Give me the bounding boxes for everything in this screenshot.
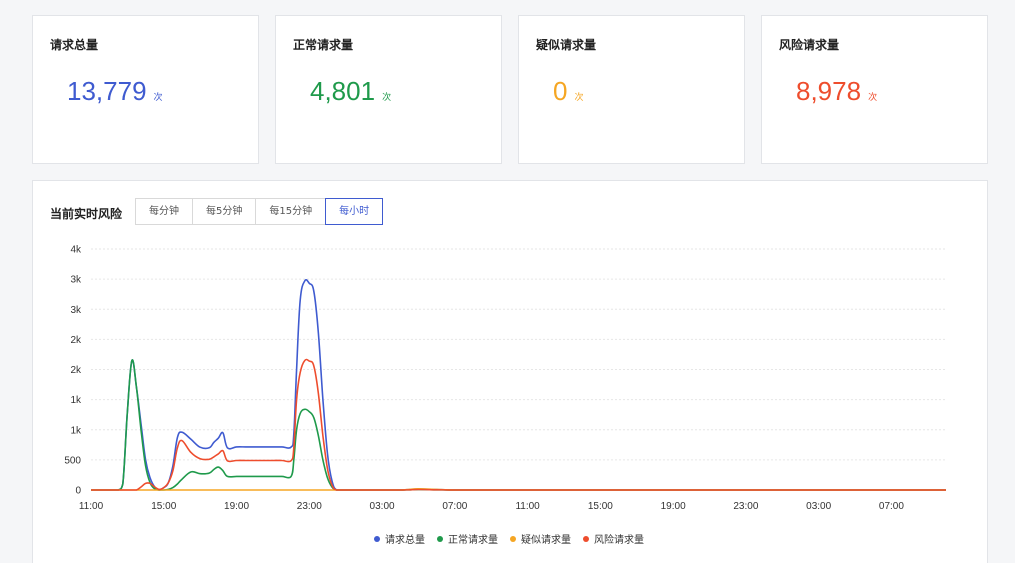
- realtime-risk-panel: 当前实时风险 每分钟 每5分钟 每15分钟 每小时 0 500 1k 1k 2k 2k 3k…: [32, 180, 988, 563]
- x-tick-label: 03:00: [370, 501, 395, 512]
- legend-dot: [583, 535, 589, 542]
- y-tick-label: 0: [75, 486, 81, 497]
- risk-requests-card: 风险请求量 8,978 次: [761, 15, 988, 164]
- x-tick-label: 15:00: [588, 501, 613, 512]
- legend-label: 请求总量: [385, 535, 425, 546]
- normal-requests-card: 正常请求量 4,801 次: [275, 15, 502, 164]
- y-tick-label: 1k: [70, 425, 82, 436]
- chart-legend: 请求总量 正常请求量 疑似请求量 风险请求量: [374, 531, 656, 546]
- y-tick-label: 1k: [70, 395, 82, 406]
- series-line-normal: [91, 359, 946, 491]
- legend-item-normal[interactable]: 正常请求量: [437, 531, 498, 546]
- card-title: 疑似请求量: [536, 38, 597, 52]
- x-tick-label: 23:00: [733, 501, 758, 512]
- card-title: 风险请求量: [779, 38, 840, 52]
- card-value: 4,801 次: [310, 76, 391, 107]
- legend-label: 正常请求量: [448, 535, 498, 546]
- card-title: 请求总量: [50, 38, 99, 52]
- x-tick-label: 11:00: [515, 501, 540, 512]
- x-tick-label: 15:00: [151, 501, 176, 512]
- y-tick-label: 2k: [70, 365, 82, 376]
- x-tick-label: 07:00: [442, 501, 467, 512]
- legend-label: 风险请求量: [594, 535, 644, 546]
- x-tick-label: 19:00: [224, 501, 249, 512]
- suspicious-requests-card: 疑似请求量 0 次: [518, 15, 745, 164]
- legend-dot: [437, 535, 443, 542]
- card-unit: 次: [868, 93, 878, 103]
- y-tick-label: 3k: [70, 305, 82, 316]
- x-tick-label: 19:00: [661, 501, 686, 512]
- card-value: 13,779 次: [67, 76, 163, 107]
- risk-line-chart: 0 500 1k 1k 2k 2k 3k 3k 4k 11:00 15:00 19:00 23:00 03…: [64, 245, 946, 512]
- legend-item-suspicious[interactable]: 疑似请求量: [510, 531, 571, 546]
- card-count: 13,779: [67, 76, 147, 106]
- card-unit: 次: [153, 93, 163, 103]
- y-tick-label: 500: [64, 455, 81, 466]
- x-tick-label: 11:00: [79, 501, 104, 512]
- card-value: 0次: [553, 76, 583, 107]
- card-title: 正常请求量: [293, 38, 354, 52]
- card-unit: 次: [574, 93, 584, 103]
- y-tick-label: 4k: [70, 245, 82, 256]
- legend-item-risk[interactable]: 风险请求量: [583, 531, 644, 546]
- y-tick-label: 2k: [70, 335, 82, 346]
- card-unit: 次: [382, 93, 392, 103]
- legend-label: 疑似请求量: [521, 535, 571, 546]
- card-count: 8,978: [796, 76, 862, 106]
- y-tick-label: 3k: [70, 275, 82, 286]
- legend-item-total[interactable]: 请求总量: [374, 531, 425, 546]
- card-count: 4,801: [310, 76, 376, 106]
- series-line-risk: [91, 358, 946, 491]
- x-tick-label: 23:00: [297, 501, 322, 512]
- total-requests-card: 请求总量 13,779 次: [32, 15, 259, 164]
- legend-dot: [374, 535, 380, 542]
- series-line-total: [91, 278, 946, 491]
- tab-per-hour[interactable]: 每小时: [325, 198, 384, 225]
- x-tick-label: 07:00: [879, 501, 904, 512]
- card-count: 0: [553, 76, 568, 106]
- x-tick-label: 03:00: [806, 501, 831, 512]
- card-value: 8,978 次: [796, 76, 877, 107]
- legend-dot: [510, 535, 516, 542]
